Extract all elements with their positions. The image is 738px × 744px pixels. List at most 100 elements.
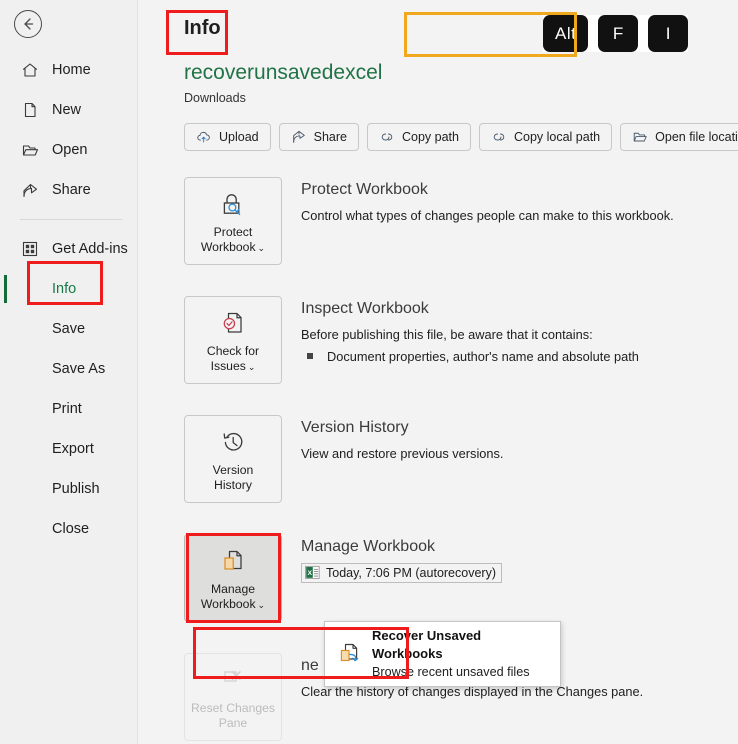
- menu-item-text: Recover Unsaved Workbooks Browse recent …: [372, 627, 552, 681]
- button-label: Manage Workbook ⌄: [200, 581, 266, 611]
- link-icon: [493, 133, 505, 141]
- keycap-alt: Alt: [543, 15, 589, 52]
- reset-changes-pane-button: Reset Changes Pane: [184, 653, 282, 741]
- sidebar-item-label: Info: [52, 281, 77, 297]
- button-label: Share: [313, 130, 347, 144]
- section-description: Before publishing this file, be aware th…: [301, 327, 593, 342]
- button-label: Upload: [219, 130, 259, 144]
- chevron-down-icon: ⌄: [257, 242, 266, 253]
- chevron-down-icon: ⌄: [257, 599, 266, 610]
- chevron-down-icon: ⌄: [247, 361, 256, 372]
- manage-workbook-icon: [216, 544, 250, 578]
- sidebar-item-label: Open: [52, 142, 88, 158]
- protect-workbook-body: Protect Workbook Control what types of c…: [301, 177, 674, 265]
- open-folder-icon: [20, 140, 40, 160]
- sidebar-item-home[interactable]: Home: [0, 50, 138, 90]
- new-document-icon: [20, 100, 40, 120]
- version-history-body: Version History View and restore previou…: [301, 415, 503, 503]
- protect-workbook-button[interactable]: Protect Workbook ⌄: [184, 177, 282, 265]
- keyboard-shortcut-badges: Alt F I: [543, 15, 689, 52]
- bullet-label: Document properties, author's name and a…: [327, 349, 639, 364]
- sidebar-item-label: Save: [52, 321, 86, 337]
- excel-backstage-info-screen: Home New Open Share Get Add-ins Info Sav…: [0, 0, 738, 744]
- sidebar-item-export[interactable]: Export: [0, 429, 138, 469]
- manage-workbook-body: Manage Workbook X Today, 7:06 PM (autore…: [301, 534, 502, 622]
- recover-unsaved-workbooks-menu-item[interactable]: Recover Unsaved Workbooks Browse recent …: [325, 622, 560, 686]
- section-title: Inspect Workbook: [301, 300, 429, 317]
- arrow-left-icon: [24, 18, 34, 30]
- sidebar-item-label: Close: [52, 521, 90, 537]
- version-history-section: Version History Version History View and…: [184, 415, 503, 503]
- sidebar-item-close[interactable]: Close: [0, 509, 138, 549]
- keycap-i: I: [648, 15, 689, 52]
- grid-addins-icon: [20, 239, 40, 259]
- home-icon: [20, 60, 40, 80]
- share-icon: [20, 180, 40, 200]
- sidebar-item-save[interactable]: Save: [0, 309, 138, 349]
- autorecovery-label: Today, 7:06 PM (autorecovery): [326, 565, 496, 580]
- sidebar-item-share[interactable]: Share: [0, 170, 138, 210]
- sidebar-nav: Home New Open Share Get Add-ins Info Sav…: [0, 50, 138, 549]
- reset-pane-icon: [216, 663, 250, 697]
- keycap-f: F: [598, 15, 639, 52]
- sidebar-item-label: Home: [52, 62, 91, 78]
- sidebar-item-label: New: [52, 102, 82, 118]
- sidebar-item-label: Share: [52, 182, 91, 198]
- sidebar-item-get-add-ins[interactable]: Get Add-ins: [0, 229, 138, 269]
- lock-key-icon: [216, 187, 250, 221]
- file-name: recoverunsavedexcel: [184, 61, 383, 84]
- sidebar-item-print[interactable]: Print: [0, 389, 138, 429]
- button-label: Copy local path: [513, 130, 601, 144]
- sidebar-item-publish[interactable]: Publish: [0, 469, 138, 509]
- inspect-bullet-item: Document properties, author's name and a…: [301, 347, 639, 366]
- section-title: Manage Workbook: [301, 538, 435, 555]
- file-actions-toolbar: Upload Share Copy path Copy local path O…: [184, 123, 738, 151]
- check-for-issues-button[interactable]: Check for Issues ⌄: [184, 296, 282, 384]
- upload-button[interactable]: Upload: [184, 123, 271, 151]
- share-button[interactable]: Share: [278, 123, 359, 151]
- copy-local-path-button[interactable]: Copy local path: [478, 123, 613, 151]
- open-file-location-button[interactable]: Open file location: [620, 123, 738, 151]
- section-description: View and restore previous versions.: [301, 446, 504, 461]
- share-arrow-icon: [292, 130, 305, 143]
- backstage-sidebar: Home New Open Share Get Add-ins Info Sav…: [0, 0, 138, 744]
- manage-workbook-button[interactable]: Manage Workbook ⌄: [184, 534, 282, 622]
- sidebar-item-label: Save As: [52, 361, 106, 377]
- link-icon: [381, 133, 393, 141]
- sidebar-item-info[interactable]: Info: [0, 269, 138, 309]
- cloud-upload-icon: [197, 131, 210, 143]
- sidebar-item-label: Publish: [52, 481, 100, 497]
- back-button[interactable]: [14, 10, 42, 38]
- button-label: Check for Issues ⌄: [206, 343, 260, 373]
- button-label: Version History: [212, 463, 254, 492]
- protect-workbook-section: Protect Workbook ⌄ Protect Workbook Contr…: [184, 177, 674, 265]
- file-location: Downloads: [184, 91, 246, 105]
- sidebar-item-label: Print: [52, 401, 82, 417]
- sidebar-item-label: Get Add-ins: [52, 241, 128, 257]
- sidebar-divider: [20, 219, 122, 220]
- sidebar-item-save-as[interactable]: Save As: [0, 349, 138, 389]
- section-title: Version History: [301, 419, 409, 436]
- inspect-workbook-section: Check for Issues ⌄ Inspect Workbook Befor…: [184, 296, 639, 384]
- manage-workbook-section: Manage Workbook ⌄ Manage Workbook X Toda…: [184, 534, 502, 622]
- section-title: Protect Workbook: [301, 181, 428, 198]
- sidebar-item-open[interactable]: Open: [0, 130, 138, 170]
- svg-text:X: X: [307, 570, 312, 577]
- sidebar-item-new[interactable]: New: [0, 90, 138, 130]
- manage-workbook-dropdown-menu: Recover Unsaved Workbooks Browse recent …: [324, 621, 561, 687]
- sidebar-item-label: Export: [52, 441, 94, 457]
- excel-file-icon: X: [305, 565, 320, 579]
- section-description: Control what types of changes people can…: [301, 208, 674, 223]
- button-label: Open file location: [655, 130, 738, 144]
- bullet-square-icon: [307, 353, 313, 359]
- button-label: Reset Changes Pane: [190, 701, 275, 730]
- version-history-button[interactable]: Version History: [184, 415, 282, 503]
- menu-item-title: Recover Unsaved Workbooks: [372, 628, 482, 661]
- button-label: Copy path: [401, 130, 459, 144]
- inspect-workbook-body: Inspect Workbook Before publishing this …: [301, 296, 639, 384]
- button-label: Protect Workbook ⌄: [200, 224, 266, 254]
- menu-item-subtitle: Browse recent unsaved files: [372, 665, 530, 679]
- document-check-icon: [216, 306, 250, 340]
- autorecovery-entry[interactable]: X Today, 7:06 PM (autorecovery): [301, 563, 502, 583]
- copy-path-button[interactable]: Copy path: [366, 123, 471, 151]
